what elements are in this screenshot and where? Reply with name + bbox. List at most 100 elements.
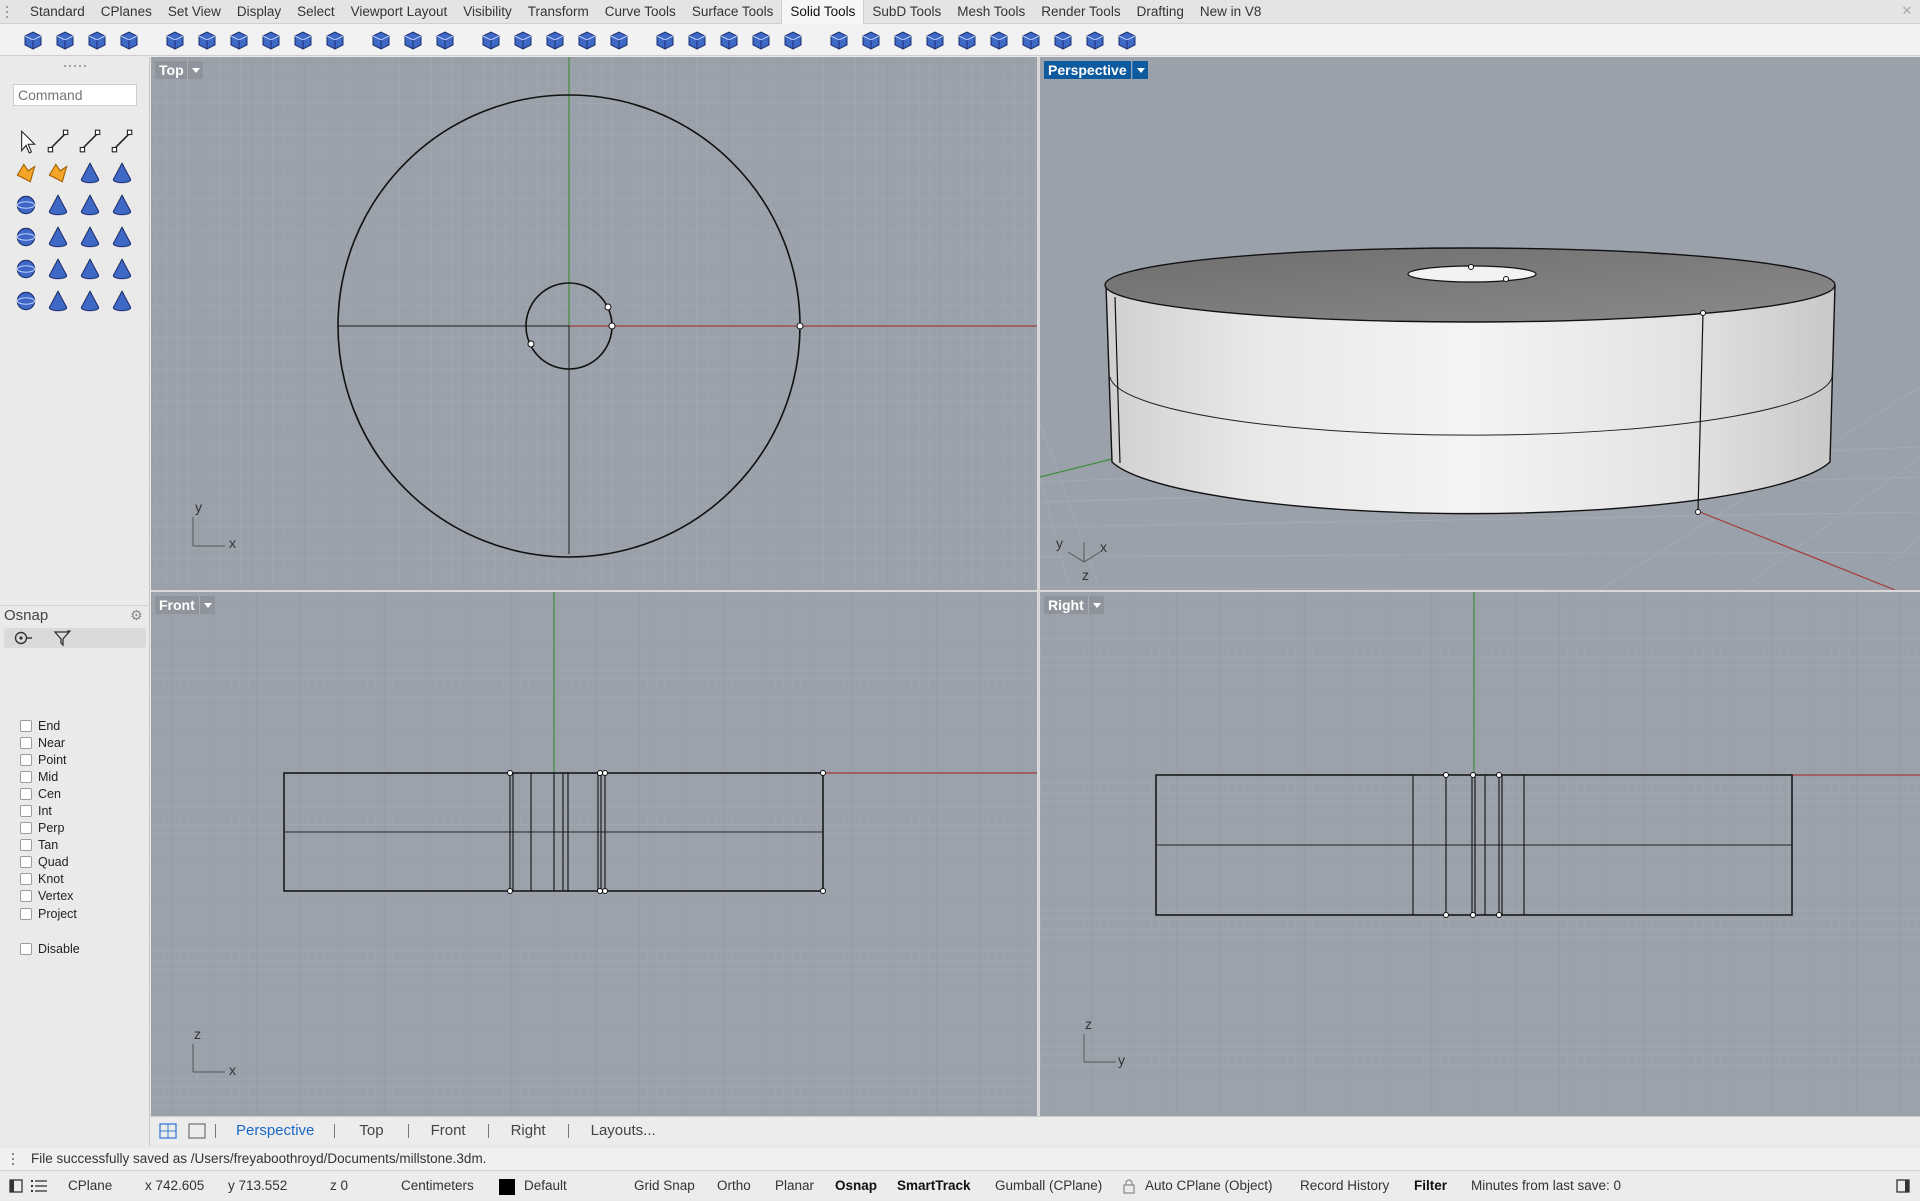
paraboloid-icon[interactable] bbox=[106, 189, 138, 221]
tab-layouts[interactable]: Layouts... bbox=[569, 1122, 666, 1139]
checkbox-knot[interactable] bbox=[20, 873, 32, 886]
pyramid-icon[interactable] bbox=[74, 221, 106, 253]
millstone-top[interactable] bbox=[1104, 247, 1836, 323]
point-cloud-icon[interactable] bbox=[42, 125, 74, 157]
shell-icon[interactable] bbox=[652, 27, 678, 53]
revolve-icon[interactable] bbox=[10, 285, 42, 317]
tab-standard[interactable]: Standard bbox=[14, 0, 93, 24]
tab-visibility[interactable]: Visibility bbox=[455, 0, 520, 24]
tabbar-grip[interactable] bbox=[0, 0, 14, 24]
tab-solid-tools[interactable]: Solid Tools bbox=[781, 0, 865, 24]
four-viewports-icon[interactable] bbox=[159, 1122, 177, 1139]
chevron-down-icon[interactable] bbox=[1132, 61, 1148, 79]
viewport-label-perspective[interactable]: Perspective bbox=[1044, 61, 1131, 79]
checkbox-quad[interactable] bbox=[20, 856, 32, 869]
viewport-top[interactable]: Top y x bbox=[151, 57, 1037, 590]
rotate-hole-icon[interactable] bbox=[858, 27, 884, 53]
copy-hole-icon[interactable] bbox=[922, 27, 948, 53]
move-face-icon[interactable] bbox=[432, 27, 458, 53]
tab-set-view[interactable]: Set View bbox=[160, 0, 229, 24]
sphere-icon[interactable] bbox=[10, 189, 42, 221]
merge-edge-icon[interactable] bbox=[542, 27, 568, 53]
status-planar[interactable]: Planar bbox=[775, 1171, 814, 1201]
box-icon[interactable] bbox=[368, 27, 394, 53]
osnap-disable[interactable]: Disable bbox=[20, 942, 80, 956]
box-solid-icon[interactable] bbox=[74, 157, 106, 189]
checkbox-tan[interactable] bbox=[20, 839, 32, 852]
tab-surface-tools[interactable]: Surface Tools bbox=[684, 0, 782, 24]
text-object-icon[interactable] bbox=[106, 285, 138, 317]
transform-icon[interactable] bbox=[10, 157, 42, 189]
extract-surface-icon[interactable] bbox=[194, 27, 220, 53]
filter-icon[interactable] bbox=[52, 629, 72, 647]
viewport-label-right[interactable]: Right bbox=[1044, 596, 1088, 614]
status-auto-cplane[interactable]: Auto CPlane (Object) bbox=[1145, 1171, 1273, 1201]
tab-display[interactable]: Display bbox=[229, 0, 289, 24]
plane-surface-icon[interactable] bbox=[74, 285, 106, 317]
close-icon[interactable]: ✕ bbox=[1900, 4, 1914, 18]
tab-viewport-perspective[interactable]: Perspective bbox=[216, 1122, 334, 1139]
make-hole-icon[interactable] bbox=[780, 27, 806, 53]
checkbox-vertex[interactable] bbox=[20, 890, 32, 903]
tab-curve-tools[interactable]: Curve Tools bbox=[597, 0, 684, 24]
truncated-cone-icon[interactable] bbox=[42, 221, 74, 253]
checkbox-point[interactable] bbox=[20, 753, 32, 766]
cone-icon[interactable] bbox=[10, 221, 42, 253]
prism-icon[interactable] bbox=[106, 221, 138, 253]
tube-icon[interactable] bbox=[42, 253, 74, 285]
slab-icon[interactable] bbox=[716, 27, 742, 53]
perspective-view-canvas[interactable] bbox=[1040, 57, 1920, 590]
osnap-target-icon[interactable] bbox=[10, 630, 40, 646]
viewport-label-front[interactable]: Front bbox=[155, 596, 199, 614]
box-edit-icon[interactable] bbox=[106, 157, 138, 189]
single-viewport-icon[interactable] bbox=[188, 1122, 206, 1139]
sidebar-toggle-icon[interactable] bbox=[9, 1179, 23, 1193]
checkbox-mid[interactable] bbox=[20, 770, 32, 783]
cap-planar-holes-icon[interactable] bbox=[162, 27, 188, 53]
solid-array-icon[interactable] bbox=[322, 27, 348, 53]
select-arrow-icon[interactable] bbox=[10, 125, 42, 157]
chevron-down-icon[interactable] bbox=[1088, 596, 1104, 614]
ellipsoid-icon[interactable] bbox=[74, 189, 106, 221]
tab-viewport-front[interactable]: Front bbox=[409, 1122, 488, 1139]
torus-icon[interactable] bbox=[74, 253, 106, 285]
checkbox-int[interactable] bbox=[20, 805, 32, 818]
curve-tool-icon[interactable] bbox=[74, 125, 106, 157]
tab-select[interactable]: Select bbox=[289, 0, 343, 24]
osnap-item-knot[interactable]: Knot bbox=[20, 871, 77, 888]
tab-transform[interactable]: Transform bbox=[520, 0, 597, 24]
split-edge-icon[interactable] bbox=[510, 27, 536, 53]
status-units[interactable]: Centimeters bbox=[401, 1171, 474, 1201]
rebuild-edges-icon[interactable] bbox=[478, 27, 504, 53]
tab-drafting[interactable]: Drafting bbox=[1129, 0, 1192, 24]
osnap-item-project[interactable]: Project bbox=[20, 905, 77, 922]
tab-viewport-layout[interactable]: Viewport Layout bbox=[343, 0, 456, 24]
tab-subd-tools[interactable]: SubD Tools bbox=[864, 0, 949, 24]
osnap-item-near[interactable]: Near bbox=[20, 734, 77, 751]
mesh-grid-icon[interactable] bbox=[1018, 27, 1044, 53]
boolean-split-icon[interactable] bbox=[116, 27, 142, 53]
texture-grid-icon[interactable] bbox=[986, 27, 1012, 53]
checkbox-near[interactable] bbox=[20, 736, 32, 749]
pipe-icon[interactable] bbox=[106, 253, 138, 285]
sphere-quad-icon[interactable] bbox=[42, 189, 74, 221]
command-input[interactable] bbox=[13, 84, 137, 106]
osnap-item-perp[interactable]: Perp bbox=[20, 820, 77, 837]
boolean-intersection-icon[interactable] bbox=[84, 27, 110, 53]
viewport-splitter-horizontal[interactable] bbox=[151, 590, 1920, 592]
explode-icon[interactable] bbox=[42, 157, 74, 189]
status-grid-snap[interactable]: Grid Snap bbox=[634, 1171, 695, 1201]
layer-color-swatch[interactable] bbox=[499, 1179, 515, 1195]
checkbox-project[interactable] bbox=[20, 907, 32, 920]
front-view-canvas[interactable] bbox=[151, 592, 1037, 1116]
tab-new-in-v8[interactable]: New in V8 bbox=[1192, 0, 1270, 24]
viewport-splitter-vertical[interactable] bbox=[1037, 57, 1040, 1116]
array-hole-icon[interactable] bbox=[890, 27, 916, 53]
tab-viewport-top[interactable]: Top bbox=[335, 1122, 407, 1139]
gumball-tool-icon[interactable] bbox=[1114, 27, 1140, 53]
delete-hole-icon[interactable] bbox=[1050, 27, 1076, 53]
extrude-face-icon[interactable] bbox=[400, 27, 426, 53]
checkbox-cen[interactable] bbox=[20, 787, 32, 800]
chamfer-edge-icon[interactable] bbox=[258, 27, 284, 53]
status-gumball[interactable]: Gumball (CPlane) bbox=[995, 1171, 1102, 1201]
